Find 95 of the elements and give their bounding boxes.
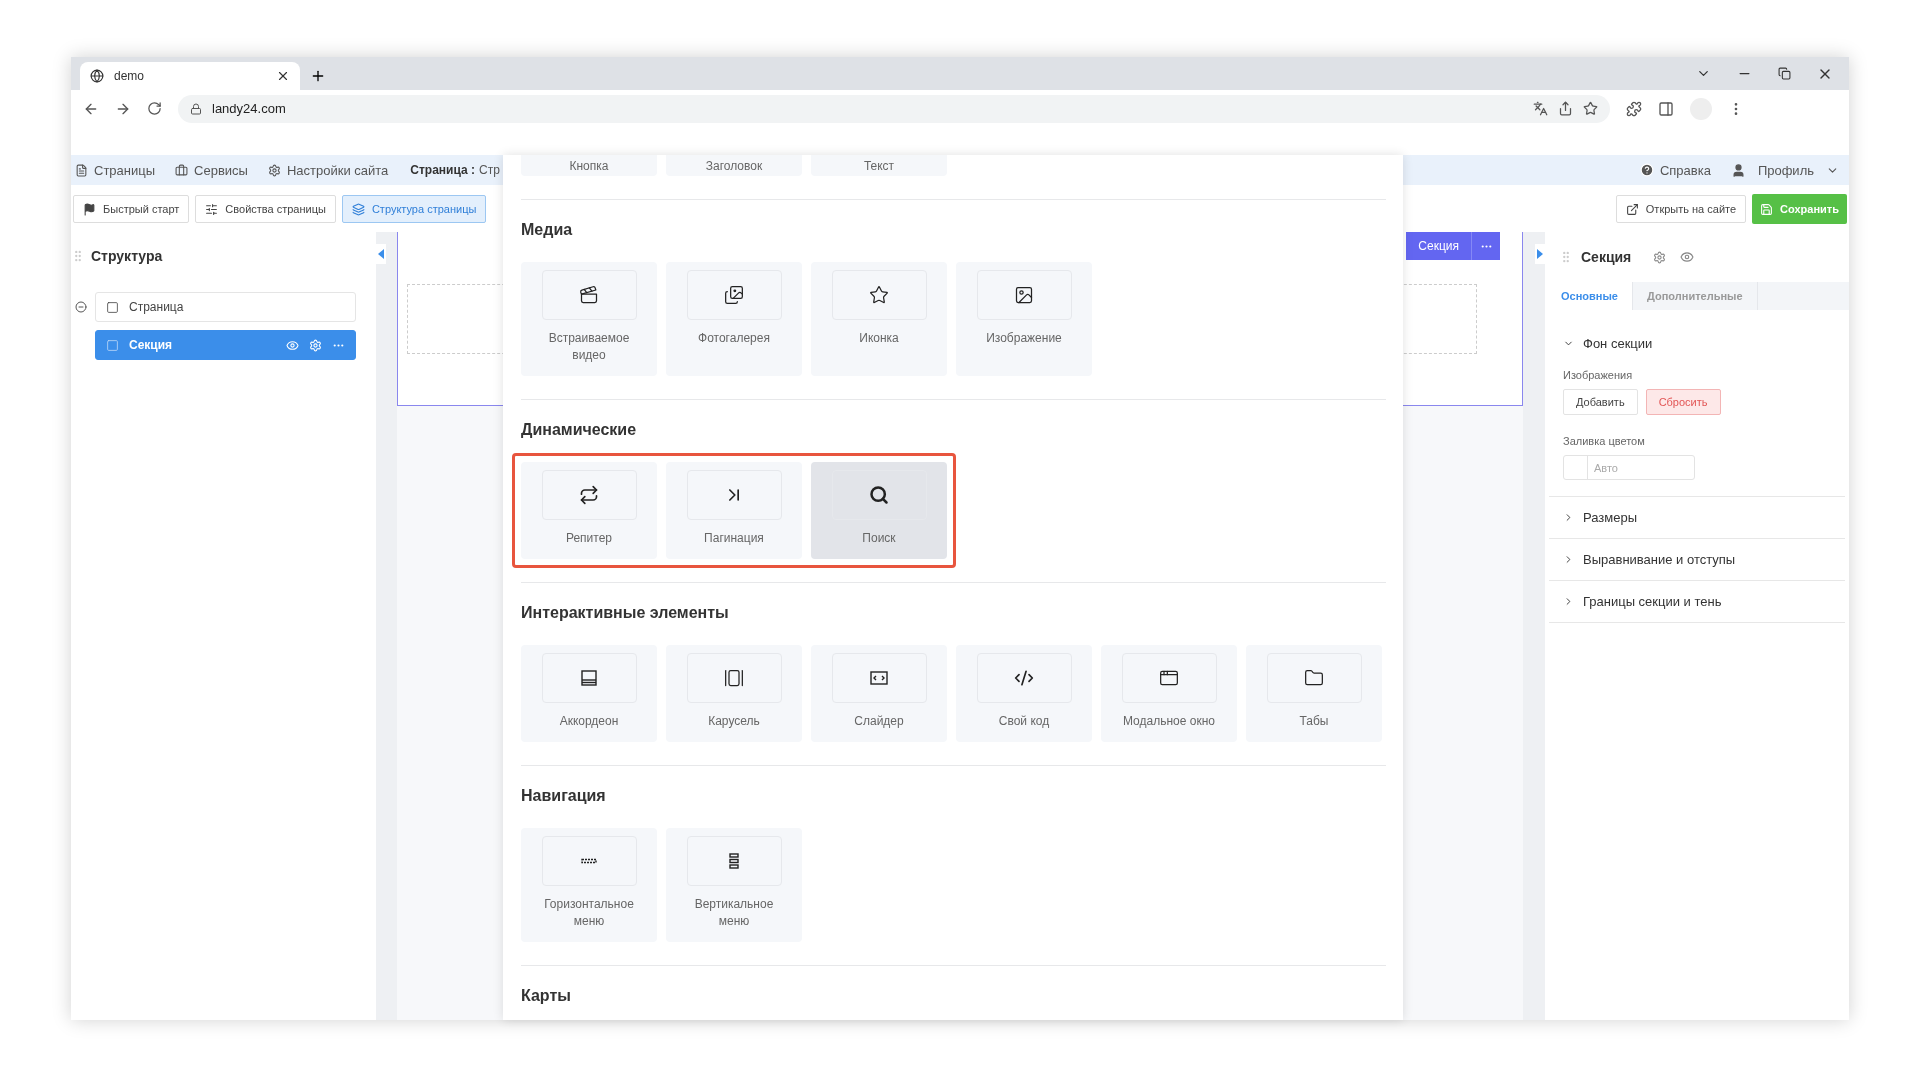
new-tab-icon[interactable] bbox=[310, 68, 326, 84]
element-card[interactable]: Заголовок bbox=[666, 155, 802, 176]
element-card[interactable]: Карусель bbox=[666, 645, 802, 742]
element-card[interactable]: Модальное окно bbox=[1101, 645, 1237, 742]
user-icon bbox=[1730, 162, 1746, 178]
settings-icon[interactable] bbox=[1653, 250, 1667, 264]
element-card[interactable]: Поиск bbox=[811, 462, 947, 559]
repeat-icon bbox=[579, 485, 599, 505]
help-link[interactable]: Справка bbox=[1639, 162, 1711, 178]
document-icon bbox=[75, 163, 88, 177]
toolbar-button[interactable]: Свойства страницы bbox=[195, 195, 336, 223]
element-card[interactable]: Изображение bbox=[956, 262, 1092, 376]
panel-title: Секция bbox=[1581, 249, 1632, 265]
extensions-icon[interactable] bbox=[1626, 100, 1642, 117]
layers-icon bbox=[351, 202, 365, 216]
element-card[interactable]: Текст bbox=[811, 155, 947, 176]
help-icon bbox=[1639, 163, 1654, 177]
toolbar-button[interactable]: Структура страницы bbox=[341, 195, 487, 223]
section-heading: Динамические bbox=[521, 420, 638, 440]
triangle-right-icon bbox=[1537, 249, 1543, 259]
save-icon bbox=[1760, 202, 1774, 216]
page-name[interactable]: Стр bbox=[479, 163, 500, 177]
nav-link[interactable]: Сервисы bbox=[175, 162, 248, 178]
slider-icon bbox=[869, 668, 889, 688]
globe-icon bbox=[90, 69, 104, 83]
expand-panel-button[interactable] bbox=[1535, 244, 1545, 264]
field-label: Заливка цветом bbox=[1563, 435, 1646, 447]
eye-icon[interactable] bbox=[1680, 250, 1695, 264]
page-label: Страница : bbox=[410, 163, 475, 177]
panel-tab[interactable]: Основные bbox=[1547, 282, 1633, 310]
element-card[interactable]: Кнопка bbox=[521, 155, 657, 176]
clapperboard-icon bbox=[579, 285, 599, 305]
accordion-header[interactable]: Размеры bbox=[1563, 510, 1638, 525]
element-card[interactable]: Иконка bbox=[811, 262, 947, 376]
field-label: Изображения bbox=[1563, 369, 1634, 381]
element-card[interactable]: Фотогалерея bbox=[666, 262, 802, 376]
profile-menu[interactable]: Профиль bbox=[1730, 162, 1839, 178]
accordion-header[interactable]: Фон секции bbox=[1563, 336, 1653, 351]
briefcase-icon bbox=[175, 163, 189, 177]
element-card[interactable]: Свой код bbox=[956, 645, 1092, 742]
element-card[interactable]: Репитер bbox=[521, 462, 657, 559]
accordion-header[interactable]: Границы секции и тень bbox=[1563, 594, 1722, 609]
settings-icon bbox=[267, 163, 281, 177]
external-link-icon bbox=[1625, 202, 1639, 216]
search-icon bbox=[869, 485, 889, 505]
lock-icon bbox=[190, 102, 202, 115]
browser-tab[interactable]: demo bbox=[80, 62, 300, 90]
toolbar-button[interactable]: Быстрый старт bbox=[73, 195, 190, 223]
section-heading: Интерактивные элементы bbox=[521, 603, 730, 623]
close-tab-icon[interactable] bbox=[276, 69, 290, 83]
side-panel-icon[interactable] bbox=[1658, 100, 1674, 117]
tree-item[interactable]: Секция bbox=[95, 330, 356, 360]
images-icon bbox=[724, 285, 744, 305]
restore-icon[interactable] bbox=[1778, 67, 1791, 80]
folder-icon bbox=[1304, 668, 1324, 688]
element-card[interactable]: Слайдер bbox=[811, 645, 947, 742]
element-card[interactable]: Табы bbox=[1246, 645, 1382, 742]
element-card[interactable]: Встраиваемое видео bbox=[521, 262, 657, 376]
accordion-icon bbox=[579, 668, 599, 688]
element-card[interactable]: Аккордеон bbox=[521, 645, 657, 742]
section-tag[interactable]: Секция bbox=[1406, 232, 1500, 260]
flag-icon bbox=[83, 202, 96, 216]
reset-button[interactable]: Сбросить bbox=[1645, 389, 1721, 415]
address-bar[interactable]: landy24.com bbox=[178, 94, 1610, 123]
tab-title: demo bbox=[114, 69, 146, 83]
tree-item[interactable]: Страница bbox=[95, 292, 356, 322]
bookmark-star-icon[interactable] bbox=[1583, 101, 1598, 116]
nav-link[interactable]: Настройки сайта bbox=[267, 162, 389, 178]
carousel-icon bbox=[724, 668, 744, 688]
translate-icon[interactable] bbox=[1533, 101, 1548, 116]
eye-icon[interactable] bbox=[286, 338, 299, 352]
reload-icon[interactable] bbox=[147, 101, 162, 116]
image-icon bbox=[1014, 285, 1034, 305]
add-button[interactable]: Добавить bbox=[1563, 389, 1638, 415]
node-checkbox-icon bbox=[106, 300, 119, 314]
share-icon[interactable] bbox=[1558, 101, 1573, 116]
window-icon bbox=[1159, 668, 1179, 688]
panel-title: Структура bbox=[91, 248, 163, 264]
accordion-header[interactable]: Выравнивание и отступы bbox=[1563, 552, 1736, 567]
code-icon bbox=[1014, 668, 1034, 688]
element-card[interactable]: Пагинация bbox=[666, 462, 802, 559]
star-icon bbox=[869, 285, 889, 305]
section-heading: Карты bbox=[521, 986, 572, 1006]
sliders-icon bbox=[205, 202, 219, 216]
collapse-panel-button[interactable] bbox=[376, 244, 386, 264]
collapse-icon[interactable] bbox=[75, 301, 87, 313]
node-checkbox-icon bbox=[106, 338, 119, 352]
section-heading: Навигация bbox=[521, 786, 607, 806]
triangle-left-icon bbox=[378, 249, 384, 259]
open-site-button[interactable]: Открыть на сайте bbox=[1615, 195, 1747, 223]
nav-link[interactable]: Страницы bbox=[75, 162, 156, 178]
element-card[interactable]: Вертикальное меню bbox=[666, 828, 802, 942]
color-field[interactable]: Авто bbox=[1563, 455, 1695, 480]
element-card[interactable]: Горизонтальное меню bbox=[521, 828, 657, 942]
section-heading: Медиа bbox=[521, 220, 574, 240]
